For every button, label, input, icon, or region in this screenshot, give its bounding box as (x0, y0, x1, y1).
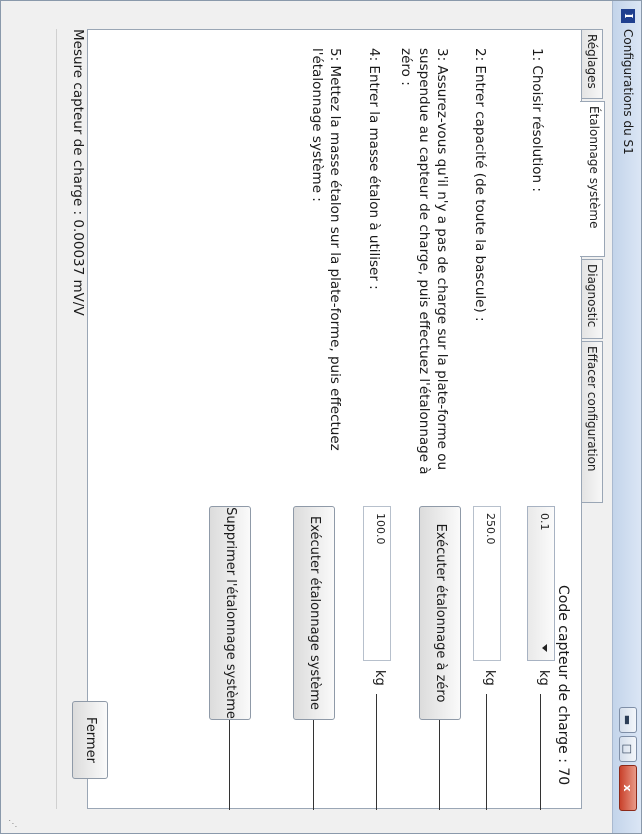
chevron-down-icon (542, 644, 547, 652)
calibration-panel: Code capteur de charge : 70 1: Choisir r… (87, 29, 582, 810)
leader-line (229, 720, 230, 810)
divider (56, 29, 57, 809)
tab-reglages[interactable]: Réglages (581, 29, 603, 99)
mass-input[interactable]: 100.0 (363, 506, 391, 661)
configuration-window: I Configurations du S1 ▬ □ x Réglages Ét… (0, 0, 642, 834)
capacity-input[interactable]: 250.0 (473, 506, 501, 661)
leader-line (486, 694, 487, 810)
delete-calibration-button[interactable]: Supprimer l'étalonnage système (209, 506, 251, 720)
tab-etalonnage-systeme[interactable]: Étalonnage système (580, 101, 605, 257)
step-1-label: 1: Choisir résolution : (529, 48, 545, 192)
step-4-label: 4: Entrer la masse étalon à utiliser : (366, 48, 382, 290)
step-5-label: 5: Mettez la masse étalon sur la plate-f… (309, 48, 343, 451)
minimize-button[interactable]: ▬ (619, 707, 637, 733)
leader-line (540, 694, 541, 810)
leader-line (313, 720, 314, 810)
window-close-button[interactable]: x (619, 765, 637, 811)
window-title: Configurations du S1 (621, 29, 635, 155)
mass-unit: kg (372, 670, 387, 686)
capacity-unit: kg (482, 670, 497, 686)
system-calibration-button[interactable]: Exécuter étalonnage système (293, 506, 335, 720)
minimize-icon: ▬ (621, 714, 634, 726)
maximize-icon: □ (621, 743, 634, 755)
app-icon: I (621, 9, 635, 23)
maximize-button[interactable]: □ (619, 736, 637, 762)
zero-calibration-button[interactable]: Exécuter étalonnage à zéro (419, 506, 461, 720)
tab-effacer-configuration[interactable]: Effacer configuration (581, 341, 603, 503)
close-icon: x (621, 784, 634, 792)
resolution-unit: kg (536, 670, 551, 686)
close-button[interactable]: Fermer (72, 701, 108, 779)
resize-grip-icon[interactable]: ⋰ (7, 819, 17, 828)
resolution-select[interactable]: 0.1 (527, 506, 555, 661)
title-bar: I Configurations du S1 ▬ □ x (612, 1, 641, 833)
step-2-label: 2: Entrer capacité (de toute la bascule)… (472, 48, 488, 322)
load-cell-code: Code capteur de charge : 70 (555, 585, 571, 786)
step-3-label: 3: Assurez-vous qu'il n'y a pas de charg… (398, 48, 450, 475)
resolution-value: 0.1 (538, 513, 551, 531)
leader-line (439, 720, 440, 810)
leader-line (376, 694, 377, 810)
load-cell-measurement: Mesure capteur de charge : 0.00037 mV/V (70, 29, 86, 316)
tab-diagnostic[interactable]: Diagnostic (581, 259, 603, 339)
